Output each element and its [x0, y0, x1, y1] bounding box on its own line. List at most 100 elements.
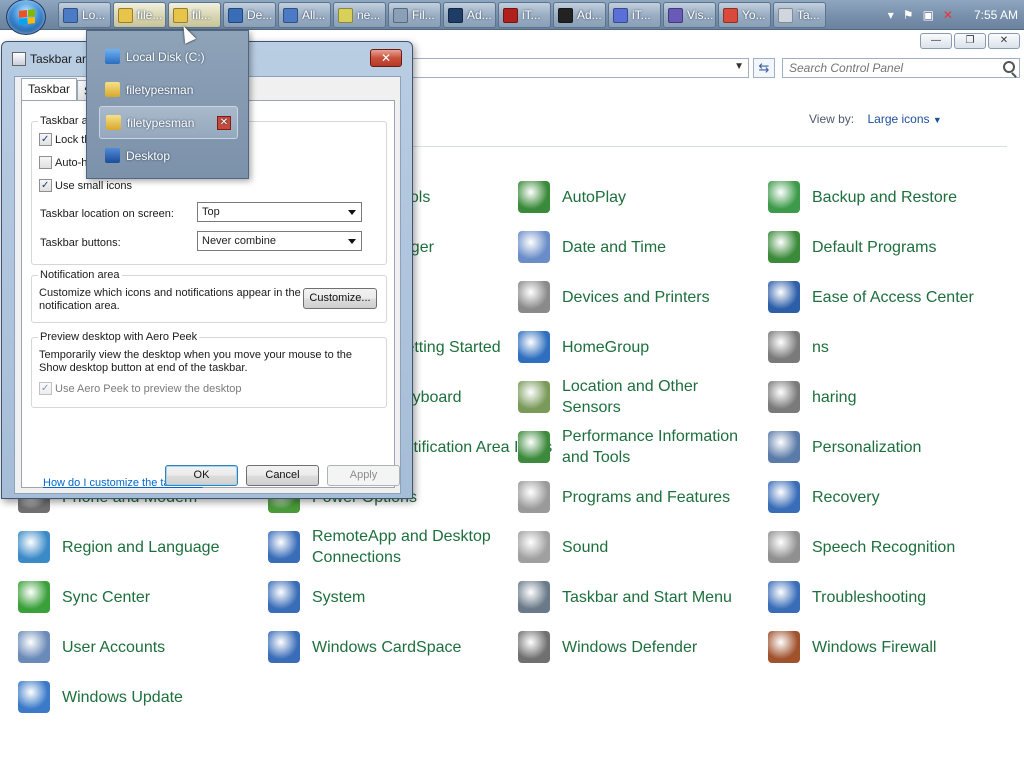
- lock-taskbar-checkbox[interactable]: [39, 133, 52, 146]
- control-panel-item[interactable]: Default Programs: [768, 231, 937, 263]
- taskbar-button-label: All...: [302, 8, 326, 22]
- popup-item-label: filetypesman: [127, 115, 195, 130]
- control-panel-item-label: User Accounts: [62, 638, 166, 656]
- location-select[interactable]: Top: [197, 202, 362, 222]
- control-panel-item[interactable]: Backup and Restore: [768, 181, 957, 213]
- ok-button[interactable]: OK: [165, 465, 238, 486]
- customize-button[interactable]: Customize...: [303, 288, 377, 309]
- control-panel-item[interactable]: Windows Update: [18, 681, 183, 713]
- control-panel-item-label: Troubleshooting: [812, 588, 927, 606]
- control-panel-item[interactable]: haring: [768, 381, 856, 413]
- control-panel-item[interactable]: Devices and Printers: [518, 281, 710, 313]
- taskbar-buttons-select[interactable]: Never combine: [197, 231, 362, 251]
- volume-muted-icon[interactable]: ✕: [943, 8, 953, 22]
- start-button[interactable]: [6, 0, 46, 35]
- control-panel-item[interactable]: Date and Time: [518, 231, 666, 263]
- control-panel-item[interactable]: RemoteApp and Desktop Connections: [268, 528, 502, 566]
- network-icon[interactable]: ▣: [923, 8, 934, 22]
- autohide-checkbox[interactable]: [39, 156, 52, 169]
- app-icon: [558, 7, 573, 23]
- aero-peek-row: Use Aero Peek to preview the desktop: [39, 382, 242, 395]
- app-icon: [723, 7, 738, 23]
- taskbar-button[interactable]: De...: [223, 2, 276, 28]
- control-panel-item-label: Personalization: [812, 438, 922, 456]
- control-panel-item[interactable]: Sound: [518, 531, 608, 563]
- taskbar-button[interactable]: fil...: [168, 2, 221, 28]
- taskbar-button-label: Lo...: [82, 8, 106, 22]
- small-icons-row[interactable]: Use small icons: [39, 179, 132, 192]
- control-panel-item[interactable]: Speech Recognition: [768, 531, 955, 563]
- control-panel-item-label: Sync Center: [62, 588, 151, 606]
- small-icons-checkbox[interactable]: [39, 179, 52, 192]
- tab-taskbar[interactable]: Taskbar: [21, 78, 78, 100]
- control-panel-item[interactable]: Windows CardSpace: [268, 631, 461, 663]
- control-panel-item[interactable]: Troubleshooting: [768, 581, 926, 613]
- control-panel-item[interactable]: Programs and Features: [518, 481, 730, 513]
- control-panel-item-icon: [768, 281, 800, 313]
- control-panel-item-label: Taskbar and Start Menu: [562, 588, 732, 606]
- taskbar-button[interactable]: Ta...: [773, 2, 826, 28]
- aero-peek-label: Use Aero Peek to preview the desktop: [55, 382, 242, 395]
- flag-icon[interactable]: ⚑: [903, 8, 914, 22]
- control-panel-item[interactable]: Location and Other Sensors: [518, 378, 752, 416]
- aero-peek-group: Preview desktop with Aero Peek Temporari…: [31, 331, 387, 408]
- control-panel-item-icon: [768, 231, 800, 263]
- taskbar-button[interactable]: All...: [278, 2, 331, 28]
- popup-item-filetypesman[interactable]: filetypesman: [87, 73, 248, 106]
- control-panel-item[interactable]: HomeGroup: [518, 331, 649, 363]
- control-panel-item[interactable]: System: [268, 581, 365, 613]
- control-panel-item-label: Sound: [562, 538, 609, 556]
- control-panel-item-label: Region and Language: [62, 538, 220, 556]
- popup-item-desktop[interactable]: Desktop: [87, 139, 248, 172]
- lock-taskbar-row[interactable]: Lock th: [39, 133, 90, 146]
- control-panel-item[interactable]: Performance Information and Tools: [518, 428, 752, 466]
- small-icons-label: Use small icons: [55, 179, 133, 192]
- popup-item-label: filetypesman: [126, 82, 194, 97]
- popup-item-label: Desktop: [126, 148, 171, 163]
- popup-item-local-disk[interactable]: Local Disk (C:): [87, 40, 248, 73]
- taskbar-button[interactable]: Lo...: [58, 2, 111, 28]
- control-panel-item[interactable]: Windows Firewall: [768, 631, 936, 663]
- taskbar-button[interactable]: iT...: [608, 2, 661, 28]
- taskbar-button[interactable]: ne...: [333, 2, 386, 28]
- taskbar-button[interactable]: Fil...: [388, 2, 441, 28]
- popup-item-filetypesman-hover[interactable]: filetypesman ✕: [99, 106, 238, 139]
- taskbar-button[interactable]: Ad...: [553, 2, 606, 28]
- control-panel-item-label: Windows Defender: [562, 638, 698, 656]
- buttons-label: Taskbar buttons:: [40, 237, 121, 249]
- control-panel-item-label: Windows CardSpace: [312, 638, 462, 656]
- control-panel-item[interactable]: Region and Language: [18, 531, 219, 563]
- popup-item-label: Local Disk (C:): [126, 49, 205, 64]
- taskbar-button[interactable]: file...: [113, 2, 166, 28]
- taskbar-button[interactable]: Ad...: [443, 2, 496, 28]
- control-panel-item[interactable]: User Accounts: [18, 631, 165, 663]
- control-panel-item[interactable]: Recovery: [768, 481, 880, 513]
- control-panel-item-label: Recovery: [812, 488, 880, 506]
- taskbar-button[interactable]: Vis...: [663, 2, 716, 28]
- control-panel-item[interactable]: Ease of Access Center: [768, 281, 974, 313]
- app-icon: [63, 7, 78, 23]
- taskbar-buttons-value: Never combine: [202, 235, 276, 247]
- control-panel-item[interactable]: AutoPlay: [518, 181, 626, 213]
- taskbar-button[interactable]: iT...: [498, 2, 551, 28]
- control-panel-item-icon: [768, 331, 800, 363]
- autohide-label: Auto-h: [55, 156, 88, 169]
- app-icon: [118, 7, 133, 23]
- control-panel-item-icon: [768, 481, 800, 513]
- cancel-button[interactable]: Cancel: [246, 465, 319, 486]
- chevron-up-icon[interactable]: ▾: [888, 8, 894, 22]
- control-panel-item-icon: [268, 531, 300, 563]
- group-title: Preview desktop with Aero Peek: [38, 331, 200, 343]
- taskbar-button[interactable]: Yo...: [718, 2, 771, 28]
- app-icon: [338, 7, 353, 23]
- autohide-row[interactable]: Auto-h: [39, 156, 87, 169]
- control-panel-item[interactable]: Personalization: [768, 431, 921, 463]
- control-panel-item[interactable]: Taskbar and Start Menu: [518, 581, 732, 613]
- close-icon[interactable]: ✕: [217, 116, 231, 130]
- control-panel-item[interactable]: Windows Defender: [518, 631, 697, 663]
- control-panel-item[interactable]: ns: [768, 331, 829, 363]
- close-button[interactable]: ✕: [370, 49, 402, 67]
- control-panel-item[interactable]: Sync Center: [18, 581, 150, 613]
- control-panel-item-icon: [768, 381, 800, 413]
- clock[interactable]: 7:55 AM: [974, 8, 1018, 22]
